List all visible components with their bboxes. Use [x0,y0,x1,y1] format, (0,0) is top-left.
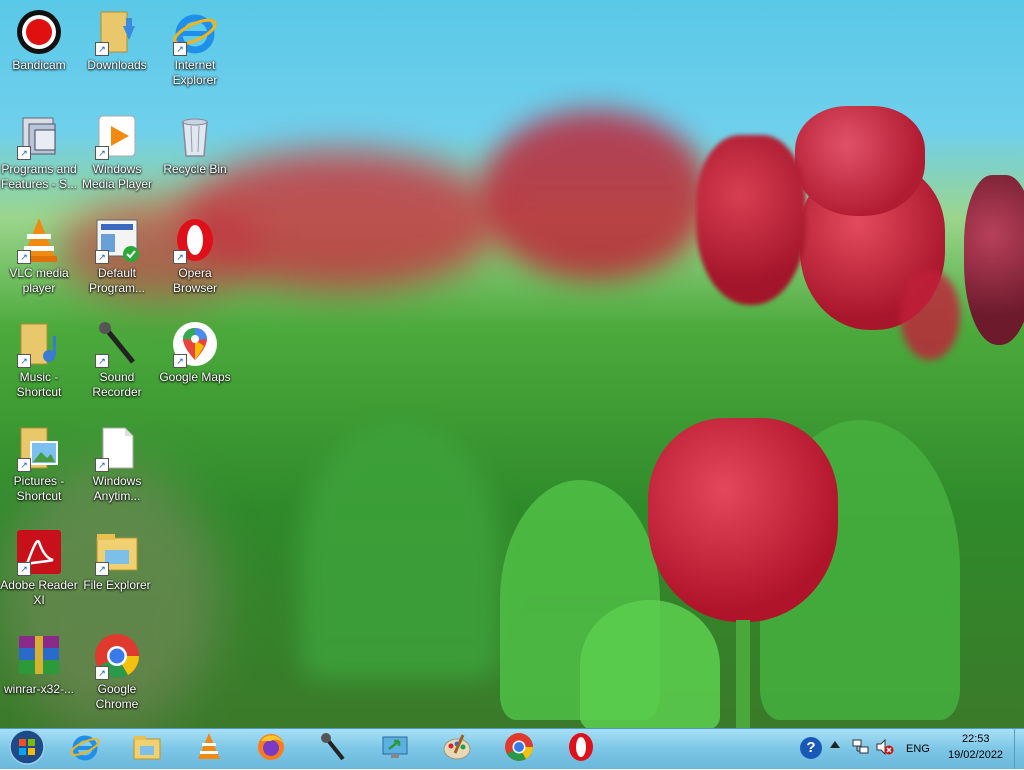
microphone-icon [317,731,349,768]
icon-label: Bandicam [12,58,66,72]
desktop-icon-file-explorer[interactable]: ↗ File Explorer [78,528,156,593]
desktop-icon-internet-explorer[interactable]: ↗ Internet Explorer [156,8,234,88]
icon-label: winrar-x32-... [3,682,74,696]
taskbar-sound-recorder[interactable] [306,731,360,767]
desktop-icon-recycle-bin[interactable]: Recycle Bin [156,112,234,177]
file-explorer-icon [131,731,163,768]
internet-explorer-icon: ↗ [171,8,219,56]
icon-label: Downloads [87,58,147,72]
icon-label: Music - Shortcut [16,370,62,399]
paint-icon [441,731,473,768]
desktop-icon-winrar[interactable]: winrar-x32-... [0,632,78,697]
file-explorer-icon: ↗ [93,528,141,576]
taskbar-paint[interactable] [430,731,484,767]
desktop-icon-bandicam[interactable]: Bandicam [0,8,78,73]
desktop-icon-adobe-reader[interactable]: ↗ Adobe Reader XI [0,528,78,608]
icon-label: Google Maps [159,370,231,384]
taskbar-opera[interactable] [554,731,608,767]
internet-explorer-icon [69,731,101,768]
remote-desktop-icon [379,731,411,768]
network-icon[interactable] [852,739,870,755]
show-hidden-icons-icon[interactable] [830,741,840,748]
recycle-bin-icon [171,112,219,160]
document-icon: ↗ [93,424,141,472]
desktop-icon-downloads[interactable]: ↗ Downloads [78,8,156,73]
taskbar-vlc[interactable] [182,731,236,767]
start-button[interactable] [0,728,54,770]
desktop-icon-google-maps[interactable]: ↗ Google Maps [156,320,234,385]
default-programs-icon: ↗ [93,216,141,264]
taskbar-firefox[interactable] [244,731,298,767]
icon-label: Google Chrome [95,682,139,711]
taskbar-chrome[interactable] [492,731,546,767]
taskbar: ? ENG 22:53 19/02/2022 [0,728,1024,769]
icon-label: File Explorer [83,578,151,592]
desktop-icon-vlc[interactable]: ↗ VLC media player [0,216,78,296]
desktop-icon-programs-features[interactable]: ↗ Programs and Features - S... [0,112,78,192]
icon-label: Programs and Features - S... [0,162,78,191]
show-desktop-button[interactable] [1014,729,1024,769]
google-maps-icon: ↗ [171,320,219,368]
taskbar-internet-explorer[interactable] [58,731,112,767]
icon-label: Default Program... [88,266,145,295]
desktop-icon-default-programs[interactable]: ↗ Default Program... [78,216,156,296]
bandicam-icon [15,8,63,56]
volume-muted-icon[interactable] [876,738,894,756]
desktop-icon-sound-recorder[interactable]: ↗ Sound Recorder [78,320,156,400]
clock-time[interactable]: 22:53 [962,733,990,745]
vlc-icon: ↗ [15,216,63,264]
language-indicator[interactable]: ENG [906,743,930,755]
opera-icon [565,731,597,768]
adobe-reader-icon: ↗ [15,528,63,576]
desktop-icon-google-chrome[interactable]: ↗ Google Chrome [78,632,156,712]
desktop-wallpaper: Bandicam ↗ Programs and Features - S... … [0,0,1024,728]
opera-icon: ↗ [171,216,219,264]
desktop-icon-windows-media-player[interactable]: ↗ Windows Media Player [78,112,156,192]
desktop-icon-pictures-shortcut[interactable]: ↗ Pictures - Shortcut [0,424,78,504]
desktop-icon-opera[interactable]: ↗ Opera Browser [156,216,234,296]
microphone-icon: ↗ [93,320,141,368]
icon-label: Windows Media Player [81,162,153,191]
music-folder-icon: ↗ [15,320,63,368]
icon-label: Pictures - Shortcut [13,474,65,503]
desktop-icon-windows-anytime[interactable]: ↗ Windows Anytim... [78,424,156,504]
taskbar-file-explorer[interactable] [120,731,174,767]
icon-label: Opera Browser [172,266,217,295]
icon-label: Recycle Bin [163,162,227,176]
firefox-icon [255,731,287,768]
programs-features-icon: ↗ [15,112,63,160]
winrar-icon [15,632,63,680]
icon-label: Internet Explorer [172,58,218,87]
downloads-folder-icon: ↗ [93,8,141,56]
start-orb-icon [9,728,45,770]
pictures-folder-icon: ↗ [15,424,63,472]
desktop-icon-music-shortcut[interactable]: ↗ Music - Shortcut [0,320,78,400]
icon-label: VLC media player [9,266,69,295]
help-icon[interactable]: ? [800,737,822,759]
clock-date[interactable]: 19/02/2022 [948,749,1003,761]
icon-label: Sound Recorder [92,370,142,399]
taskbar-remote-desktop[interactable] [368,731,422,767]
icon-label: Windows Anytim... [92,474,142,503]
vlc-icon [193,731,225,768]
chrome-icon: ↗ [93,632,141,680]
windows-media-player-icon: ↗ [93,112,141,160]
icon-label: Adobe Reader XI [0,578,78,607]
chrome-icon [503,731,535,768]
